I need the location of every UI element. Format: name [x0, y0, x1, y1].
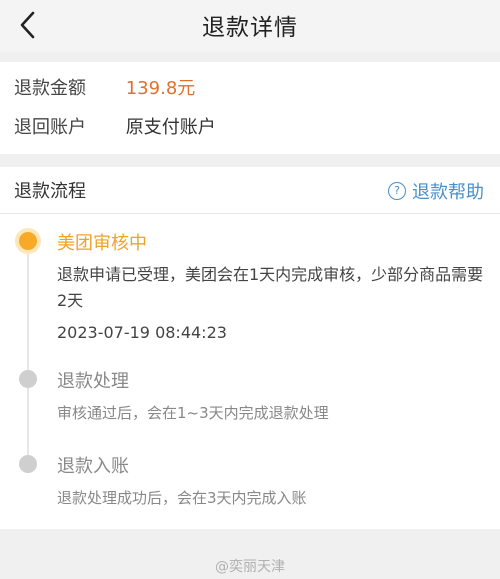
- refund-help-link[interactable]: ? 退款帮助: [388, 178, 484, 204]
- refund-account-value: 原支付账户: [125, 117, 216, 138]
- step-title: 退款入账: [57, 456, 129, 477]
- step-description: 退款申请已受理，美团会在1天内完成审核，少部分商品需要2天: [57, 265, 484, 310]
- refund-amount-row: 退款金额 139.8元: [14, 74, 195, 100]
- step-title: 美团审核中: [57, 233, 147, 254]
- refund-help-label: 退款帮助: [412, 182, 484, 203]
- nav-bar: 退款详情: [0, 0, 500, 52]
- refund-flow-title: 退款流程: [14, 181, 86, 202]
- step-timestamp: 2023-07-19 08:44:23: [57, 323, 227, 342]
- refund-flow-card: 退款流程 ? 退款帮助 美团审核中 退款申请已受理，美团会在1天内完成审核，少部…: [0, 167, 500, 529]
- timeline-line: [27, 250, 29, 472]
- divider: [0, 213, 500, 214]
- refund-amount-value: 139.8元: [125, 78, 196, 99]
- refund-amount-card: 退款金额 139.8元 退回账户 原支付账户: [0, 62, 500, 154]
- step-description: 审核通过后，会在1~3天内完成退款处理: [57, 404, 329, 422]
- refund-account-row: 退回账户 原支付账户: [14, 113, 216, 139]
- step-title: 退款处理: [57, 371, 129, 392]
- step-pending-dot-icon: [19, 455, 37, 473]
- page-title: 退款详情: [202, 15, 298, 41]
- refund-account-label: 退回账户: [14, 117, 86, 138]
- step-active-dot-icon: [19, 232, 37, 250]
- step-pending-dot-icon: [19, 370, 37, 388]
- refund-amount-label: 退款金额: [14, 78, 86, 99]
- step-description: 退款处理成功后，会在3天内完成入账: [57, 489, 307, 507]
- question-circle-icon: ?: [388, 182, 406, 200]
- watermark: @奕丽天津: [215, 559, 285, 575]
